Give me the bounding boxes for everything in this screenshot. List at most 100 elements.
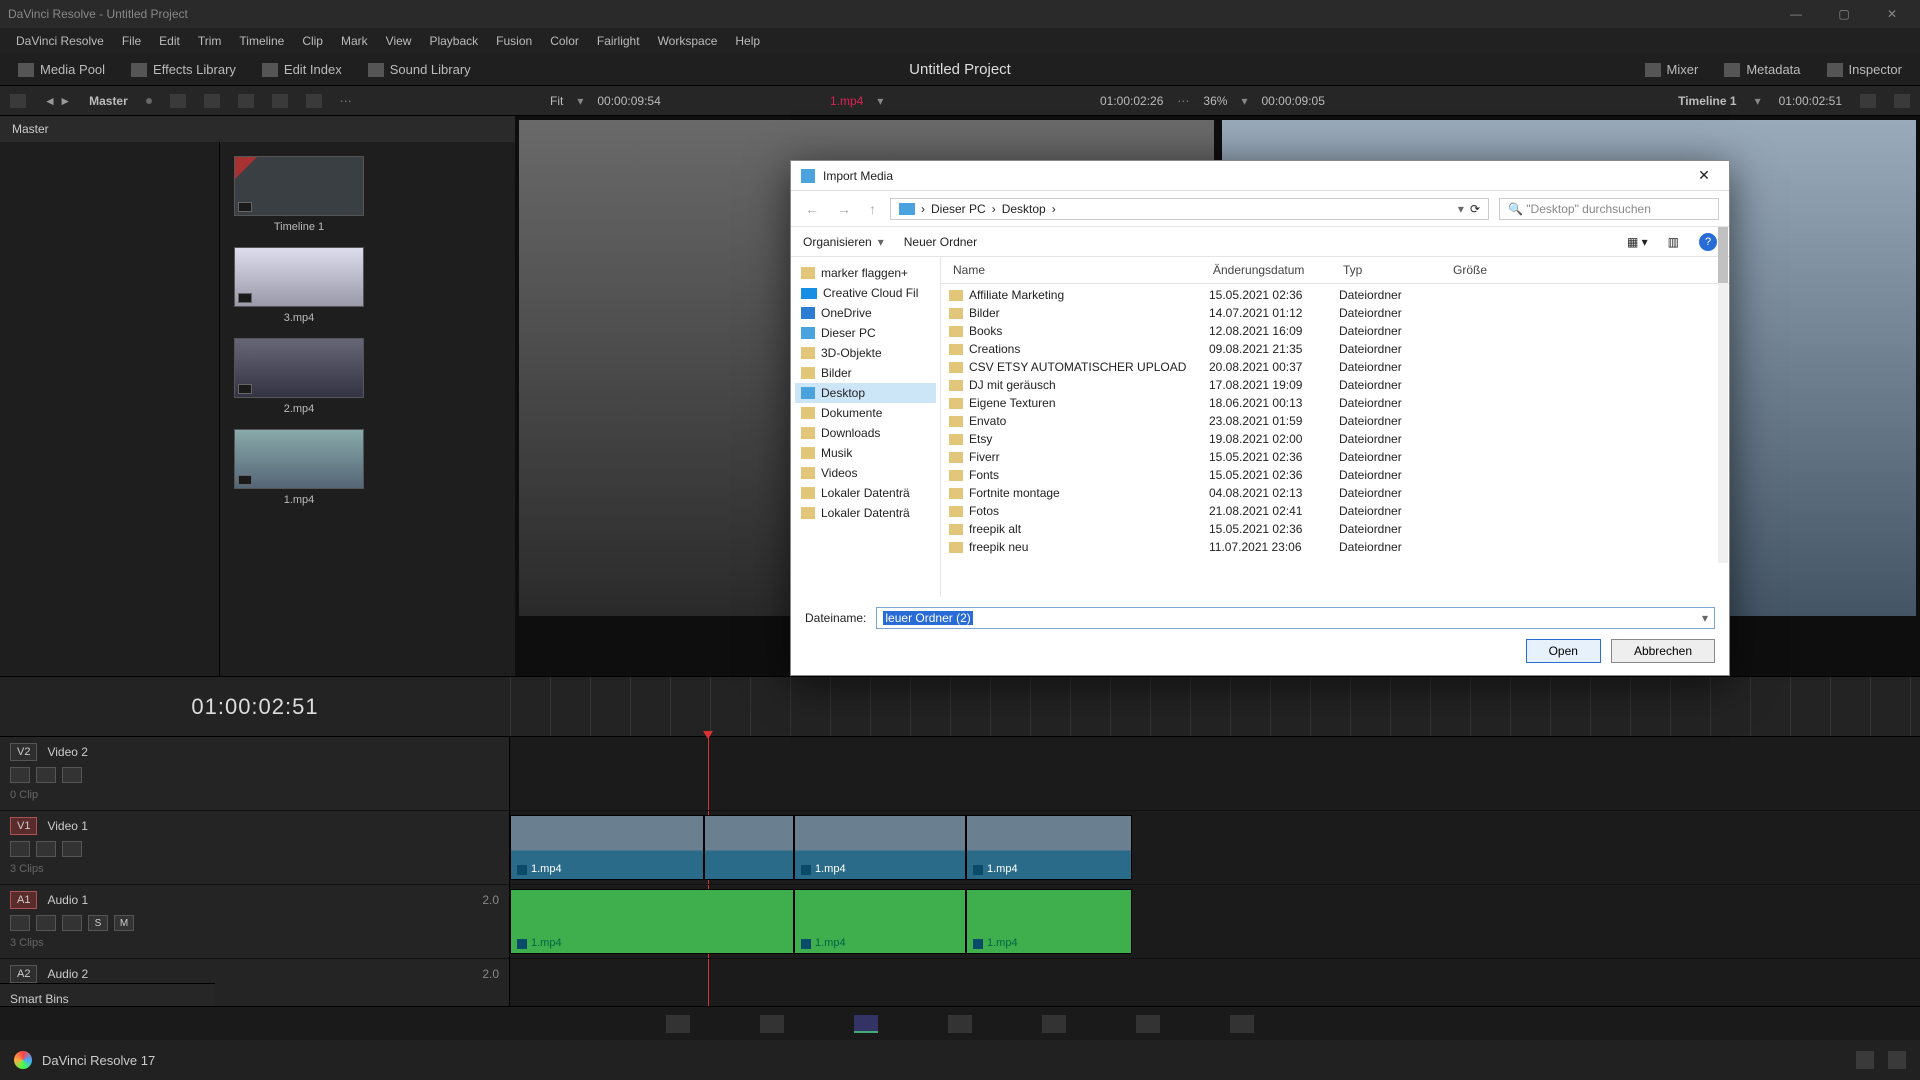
audio-clip[interactable]: 1.mp4 xyxy=(966,889,1132,954)
menu-clip[interactable]: Clip xyxy=(294,30,331,52)
window-minimize-button[interactable]: — xyxy=(1776,4,1816,24)
list-view-icon[interactable] xyxy=(204,94,220,108)
menu-file[interactable]: File xyxy=(114,30,149,52)
edit-page-button[interactable] xyxy=(854,1015,878,1033)
tl-options-icon[interactable] xyxy=(1860,94,1876,108)
strip-view-icon[interactable] xyxy=(238,94,254,108)
tl-options2-icon[interactable] xyxy=(1894,94,1910,108)
menu-edit[interactable]: Edit xyxy=(151,30,188,52)
dialog-scrollbar[interactable] xyxy=(1718,227,1728,563)
lane-v1[interactable]: 1.mp41.mp41.mp4 xyxy=(510,811,1920,885)
dialog-folder-tree[interactable]: marker flaggen+Creative Cloud FilOneDriv… xyxy=(791,257,941,597)
lane-v2[interactable] xyxy=(510,737,1920,811)
tree-item[interactable]: Bilder xyxy=(795,363,936,383)
file-row[interactable]: Affiliate Marketing15.05.2021 02:36Datei… xyxy=(941,286,1729,304)
nav-back-button[interactable]: ← xyxy=(801,201,823,217)
search-icon[interactable] xyxy=(272,94,288,108)
view-mode-button[interactable]: ▦ ▾ xyxy=(1627,235,1648,249)
tree-item[interactable]: 3D-Objekte xyxy=(795,343,936,363)
grid-view-icon[interactable] xyxy=(170,94,186,108)
track-header-v1[interactable]: V1Video 13 Clips xyxy=(0,811,509,885)
menu-view[interactable]: View xyxy=(378,30,420,52)
cancel-button[interactable]: Abbrechen xyxy=(1611,639,1715,663)
sort-icon[interactable] xyxy=(306,94,322,108)
file-row[interactable]: Creations09.08.2021 21:35Dateiordner xyxy=(941,340,1729,358)
menu-mark[interactable]: Mark xyxy=(333,30,376,52)
video-clip[interactable] xyxy=(704,815,794,880)
video-clip[interactable]: 1.mp4 xyxy=(510,815,704,880)
audio-clip[interactable]: 1.mp4 xyxy=(510,889,794,954)
filename-input[interactable]: leuer Ordner (2) ▾ xyxy=(876,607,1715,629)
tree-item[interactable]: Lokaler Datenträ xyxy=(795,503,936,523)
bin-tree[interactable] xyxy=(0,142,220,676)
media-thumbnail[interactable]: 2.mp4 xyxy=(234,338,364,415)
preview-pane-button[interactable]: ▥ xyxy=(1668,235,1679,249)
lane-a1[interactable]: 1.mp41.mp41.mp4 xyxy=(510,885,1920,959)
file-row[interactable]: Fiverr15.05.2021 02:36Dateiordner xyxy=(941,448,1729,466)
breadcrumb[interactable]: › Dieser PC › Desktop › ▾ ⟳ xyxy=(890,198,1489,220)
open-button[interactable]: Open xyxy=(1526,639,1601,663)
menu-color[interactable]: Color xyxy=(542,30,587,52)
menu-playback[interactable]: Playback xyxy=(421,30,486,52)
timeline-ruler[interactable] xyxy=(510,677,1920,736)
refresh-icon[interactable]: ⟳ xyxy=(1470,202,1480,216)
video-clip[interactable]: 1.mp4 xyxy=(794,815,966,880)
tree-item[interactable]: Downloads xyxy=(795,423,936,443)
fusion-page-button[interactable] xyxy=(948,1015,972,1033)
tree-item[interactable]: Videos xyxy=(795,463,936,483)
col-type[interactable]: Typ xyxy=(1339,261,1449,279)
search-input[interactable]: 🔍 "Desktop" durchsuchen xyxy=(1499,198,1719,220)
tree-item[interactable]: Desktop xyxy=(795,383,936,403)
menu-fairlight[interactable]: Fairlight xyxy=(589,30,648,52)
settings-button[interactable] xyxy=(1888,1051,1906,1069)
new-folder-button[interactable]: Neuer Ordner xyxy=(904,235,977,249)
file-row[interactable]: freepik neu11.07.2021 23:06Dateiordner xyxy=(941,538,1729,556)
file-row[interactable]: Etsy19.08.2021 02:00Dateiordner xyxy=(941,430,1729,448)
file-row[interactable]: Fonts15.05.2021 02:36Dateiordner xyxy=(941,466,1729,484)
src-clip-name[interactable]: 1.mp4 xyxy=(830,94,863,108)
file-row[interactable]: Eigene Texturen18.06.2021 00:13Dateiordn… xyxy=(941,394,1729,412)
nav-forward-button[interactable]: → xyxy=(833,201,855,217)
menu-trim[interactable]: Trim xyxy=(190,30,230,52)
file-row[interactable]: freepik alt15.05.2021 02:36Dateiordner xyxy=(941,520,1729,538)
fit-dropdown[interactable]: Fit xyxy=(550,94,563,108)
file-row[interactable]: Books12.08.2021 16:09Dateiordner xyxy=(941,322,1729,340)
media-thumbnail[interactable]: Timeline 1 xyxy=(234,156,364,233)
inspector-toggle[interactable]: Inspector xyxy=(1819,58,1910,81)
menu-fusion[interactable]: Fusion xyxy=(488,30,540,52)
color-page-button[interactable] xyxy=(1042,1015,1066,1033)
tree-item[interactable]: Dieser PC xyxy=(795,323,936,343)
col-date[interactable]: Änderungsdatum xyxy=(1209,261,1339,279)
file-row[interactable]: DJ mit geräusch17.08.2021 19:09Dateiordn… xyxy=(941,376,1729,394)
tree-item[interactable]: Lokaler Datenträ xyxy=(795,483,936,503)
video-clip[interactable]: 1.mp4 xyxy=(966,815,1132,880)
col-size[interactable]: Größe xyxy=(1449,261,1529,279)
track-header-v2[interactable]: V2Video 20 Clip xyxy=(0,737,509,811)
tree-item[interactable]: Musik xyxy=(795,443,936,463)
media-thumbnail[interactable]: 1.mp4 xyxy=(234,429,364,506)
tree-item[interactable]: Creative Cloud Fil xyxy=(795,283,936,303)
effects-library-toggle[interactable]: Effects Library xyxy=(123,58,244,81)
tree-item[interactable]: Dokumente xyxy=(795,403,936,423)
file-row[interactable]: Envato23.08.2021 01:59Dateiordner xyxy=(941,412,1729,430)
track-header-a1[interactable]: A1Audio 12.0SM3 Clips xyxy=(0,885,509,959)
media-thumbnail[interactable]: 3.mp4 xyxy=(234,247,364,324)
mixer-toggle[interactable]: Mixer xyxy=(1637,58,1707,81)
tree-item[interactable]: marker flaggen+ xyxy=(795,263,936,283)
sound-library-toggle[interactable]: Sound Library xyxy=(360,58,479,81)
tree-item[interactable]: OneDrive xyxy=(795,303,936,323)
menu-davinci-resolve[interactable]: DaVinci Resolve xyxy=(8,30,112,52)
cut-page-button[interactable] xyxy=(760,1015,784,1033)
zoom-level[interactable]: 36% xyxy=(1203,94,1227,108)
nav-up-button[interactable]: ↑ xyxy=(865,201,880,217)
window-maximize-button[interactable]: ▢ xyxy=(1824,4,1864,24)
col-name[interactable]: Name xyxy=(949,261,1209,279)
window-close-button[interactable]: ✕ xyxy=(1872,4,1912,24)
audio-clip[interactable]: 1.mp4 xyxy=(794,889,966,954)
fairlight-page-button[interactable] xyxy=(1136,1015,1160,1033)
organize-button[interactable]: Organisieren xyxy=(803,235,872,249)
file-row[interactable]: Fotos21.08.2021 02:41Dateiordner xyxy=(941,502,1729,520)
media-pool-toggle[interactable]: Media Pool xyxy=(10,58,113,81)
pool-layout-icon[interactable] xyxy=(10,94,26,108)
bin-header[interactable]: Master xyxy=(0,116,515,142)
